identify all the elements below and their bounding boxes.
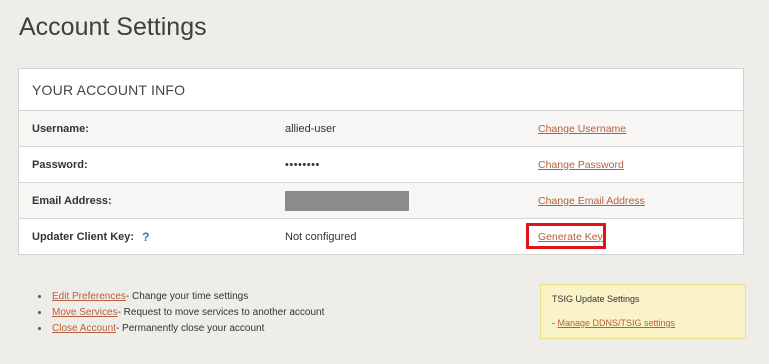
updater-key-value: Not configured <box>285 230 357 243</box>
edit-preferences-item: Edit Preferences - Change your time sett… <box>36 288 324 304</box>
account-info-panel: YOUR ACCOUNT INFO Username: allied-user … <box>18 68 744 255</box>
move-services-description: - Request to move services to another ac… <box>117 306 325 318</box>
updater-key-label-group: Updater Client Key: ? <box>32 219 149 254</box>
change-password-action: Change Password <box>538 147 624 182</box>
generate-key-action: Generate Key <box>538 219 603 254</box>
tsig-link-line: - Manage DDNS/TSIG settings <box>552 318 675 328</box>
close-account-description: - Permanently close your account <box>115 322 265 334</box>
help-icon[interactable]: ? <box>142 230 149 244</box>
manage-ddns-tsig-link[interactable]: Manage DDNS/TSIG settings <box>558 318 676 328</box>
updater-key-row: Updater Client Key: ? Not configured Gen… <box>19 219 743 255</box>
username-row: Username: allied-user Change Username <box>19 111 743 147</box>
close-account-link[interactable]: Close Account <box>52 323 116 334</box>
tsig-settings-box: TSIG Update Settings - Manage DDNS/TSIG … <box>540 284 746 339</box>
redacted-email-block <box>285 190 409 211</box>
generate-key-link[interactable]: Generate Key <box>538 231 603 243</box>
username-label: Username: <box>32 122 89 135</box>
updater-key-label: Updater Client Key: <box>32 230 135 243</box>
email-value <box>285 183 409 218</box>
email-row: Email Address: Change Email Address <box>19 183 743 219</box>
username-value: allied-user <box>285 122 336 135</box>
email-label: Email Address: <box>32 194 112 207</box>
change-username-action: Change Username <box>538 111 626 146</box>
move-services-item: Move Services - Request to move services… <box>36 304 324 320</box>
edit-preferences-link[interactable]: Edit Preferences <box>52 291 126 302</box>
change-email-link[interactable]: Change Email Address <box>538 195 645 207</box>
bullet-icon <box>38 326 41 330</box>
page-title: Account Settings <box>19 13 207 41</box>
change-username-link[interactable]: Change Username <box>538 123 626 135</box>
account-info-header: YOUR ACCOUNT INFO <box>19 69 743 111</box>
close-account-item: Close Account - Permanently close your a… <box>36 320 324 336</box>
move-services-link[interactable]: Move Services <box>52 307 118 318</box>
bullet-icon <box>38 294 41 298</box>
password-row: Password: •••••••• Change Password <box>19 147 743 183</box>
change-password-link[interactable]: Change Password <box>538 159 624 171</box>
password-value: •••••••• <box>285 158 320 171</box>
edit-preferences-description: - Change your time settings <box>125 290 249 302</box>
account-actions-list: Edit Preferences - Change your time sett… <box>36 288 324 336</box>
tsig-title: TSIG Update Settings <box>552 294 640 304</box>
password-label: Password: <box>32 158 88 171</box>
bullet-icon <box>38 310 41 314</box>
change-email-action: Change Email Address <box>538 183 645 218</box>
